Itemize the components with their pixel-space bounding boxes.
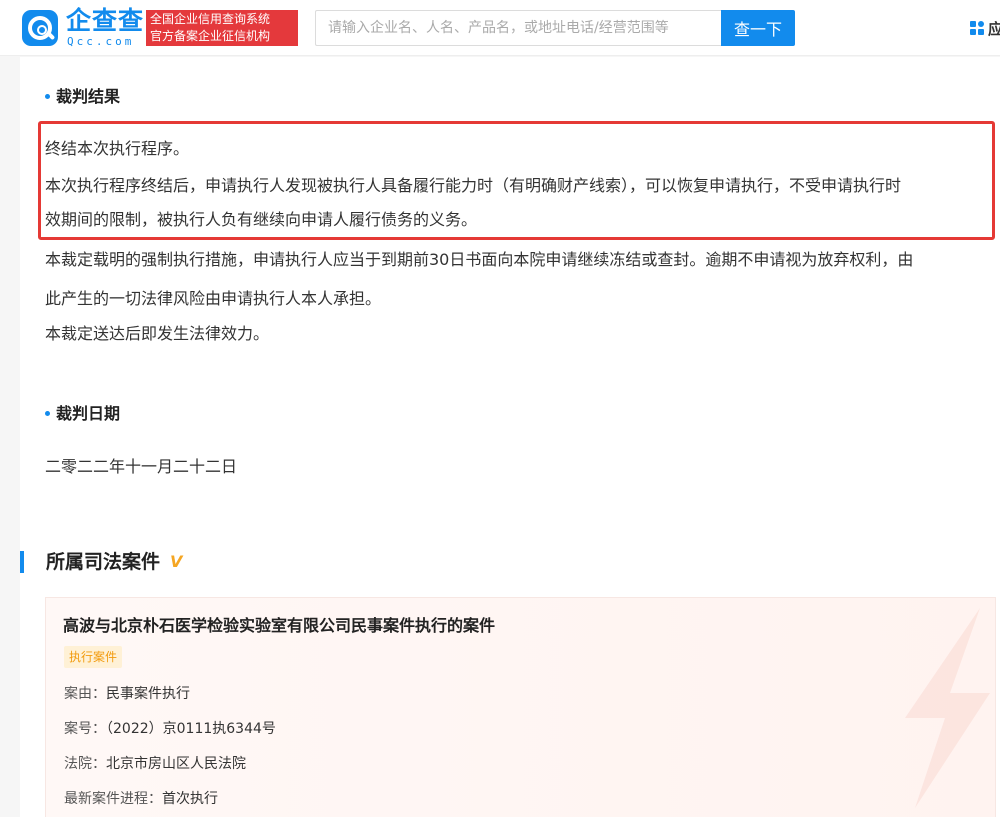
case-number-label: 案号： — [64, 721, 106, 737]
case-card[interactable]: 高波与北京朴石医学检验实验室有限公司民事案件执行的案件 执行案件 案由：民事案件… — [45, 597, 996, 817]
case-cause-row: 案由：民事案件执行 — [64, 684, 190, 704]
case-type-tag: 执行案件 — [64, 646, 123, 668]
judgment-result-title: 裁判结果 — [56, 87, 121, 106]
case-cause-value: 民事案件执行 — [106, 686, 190, 702]
logo-domain: Qcc.com — [67, 35, 135, 48]
top-header: 企查查 Qcc.com 全国企业信用查询系统 官方备案企业征信机构 查一下 应用 — [0, 0, 1000, 56]
judgment-result-heading: 裁判结果 — [45, 85, 120, 109]
credit-system-badge: 全国企业信用查询系统 官方备案企业征信机构 — [146, 10, 298, 46]
result-paragraph-5: 此产生的一切法律风险由申请执行人本人承担。 — [45, 289, 382, 308]
apps-label[interactable]: 应用 — [988, 18, 1000, 39]
apps-grid-icon[interactable] — [970, 21, 984, 35]
judgment-date-value: 二零二二年十一月二十二日 — [45, 457, 238, 476]
related-cases-title: 所属司法案件 — [46, 551, 161, 573]
badge-line-1: 全国企业信用查询系统 — [150, 12, 271, 26]
vip-icon: V — [170, 552, 183, 571]
lightning-bolt-icon — [905, 608, 990, 808]
result-paragraph-3: 效期间的限制，被执行人负有继续向申请人履行债务的义务。 — [45, 210, 478, 229]
result-paragraph-2: 本次执行程序终结后，申请执行人发现被执行人具备履行能力时（有明确财产线索），可以… — [45, 176, 902, 195]
document-content: 裁判结果 终结本次执行程序。 本次执行程序终结后，申请执行人发现被执行人具备履行… — [20, 57, 1000, 817]
case-title[interactable]: 高波与北京朴石医学检验实验室有限公司民事案件执行的案件 — [63, 614, 495, 638]
case-number-value: （2022）京0111执6344号 — [106, 721, 276, 737]
case-progress-value: 首次执行 — [162, 791, 218, 807]
case-court-row: 法院：北京市房山区人民法院 — [64, 754, 246, 774]
case-number-row: 案号：（2022）京0111执6344号 — [64, 719, 276, 739]
section-bar — [20, 551, 24, 573]
bullet-dot-icon — [45, 410, 50, 416]
result-paragraph-1: 终结本次执行程序。 — [45, 139, 190, 158]
judgment-date-heading: 裁判日期 — [45, 402, 120, 426]
bullet-dot-icon — [45, 93, 50, 99]
case-progress-label: 最新案件进程： — [64, 791, 162, 807]
badge-line-2: 官方备案企业征信机构 — [150, 29, 271, 43]
case-court-label: 法院： — [64, 756, 106, 772]
result-paragraph-4: 本裁定载明的强制执行措施，申请执行人应当于到期前30日书面向本院申请继续冻结或查… — [45, 250, 914, 269]
search-button[interactable]: 查一下 — [721, 10, 795, 46]
search-input[interactable] — [315, 10, 721, 46]
logo-name[interactable]: 企查查 — [66, 6, 144, 36]
qcc-logo-icon[interactable] — [22, 10, 58, 46]
result-paragraph-6: 本裁定送达后即发生法律效力。 — [45, 324, 270, 343]
case-progress-row: 最新案件进程：首次执行 — [64, 789, 218, 809]
case-cause-label: 案由： — [64, 686, 106, 702]
case-court-value[interactable]: 北京市房山区人民法院 — [106, 756, 246, 772]
judgment-date-title: 裁判日期 — [56, 404, 121, 423]
